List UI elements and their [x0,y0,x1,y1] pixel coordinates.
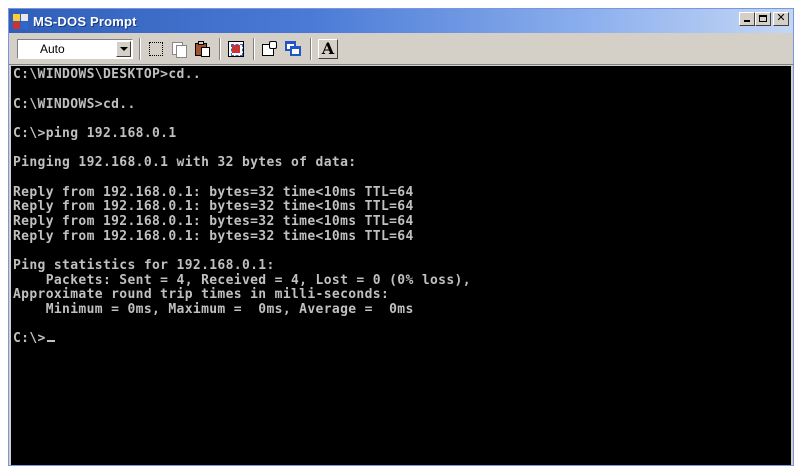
console-line: Reply from 192.168.0.1: bytes=32 time<10… [13,229,414,244]
chevron-down-icon[interactable] [116,41,131,57]
window-controls: ✕ [739,11,789,26]
console-line: Packets: Sent = 4, Received = 4, Lost = … [13,273,471,288]
console-prompt-line[interactable]: C:\> [13,332,55,346]
toolbar-separator [253,38,255,60]
font-button[interactable]: A [318,39,338,59]
toolbar: Auto A [9,33,793,65]
maximize-icon [759,15,767,22]
close-icon: ✕ [776,11,786,24]
font-size-value: Auto [40,42,65,56]
paste-button[interactable] [192,39,212,59]
minimize-icon [744,20,750,22]
font-icon: A [321,39,335,58]
minimize-button[interactable] [739,12,755,26]
window-title: MS-DOS Prompt [33,13,137,29]
toolbar-separator [310,38,312,60]
console-line: C:\>ping 192.168.0.1 [13,126,177,141]
toolbar-separator [219,38,221,60]
console-line: Approximate round trip times in milli-se… [13,287,390,302]
mark-icon [149,42,163,56]
console-line: Minimum = 0ms, Maximum = 0ms, Average = … [13,302,414,317]
console-line: Reply from 192.168.0.1: bytes=32 time<10… [13,214,414,229]
console-line: C:\WINDOWS>cd.. [13,97,136,112]
title-bar[interactable]: MS-DOS Prompt ✕ [9,9,793,33]
close-button[interactable]: ✕ [773,11,789,26]
mark-button[interactable] [146,39,166,59]
background-icon [285,41,301,57]
text-cursor [46,340,55,342]
console-line: C:\WINDOWS\DESKTOP>cd.. [13,67,202,82]
console-line: Reply from 192.168.0.1: bytes=32 time<10… [13,199,414,214]
toolbar-separator [139,38,141,60]
console-line: Pinging 192.168.0.1 with 32 bytes of dat… [13,155,357,170]
copy-button[interactable] [169,39,189,59]
console-output[interactable]: C:\WINDOWS\DESKTOP>cd.. C:\WINDOWS>cd.. … [11,66,791,465]
full-screen-button[interactable] [226,39,246,59]
background-button[interactable] [283,39,303,59]
console-line: Reply from 192.168.0.1: bytes=32 time<10… [13,185,414,200]
console-prompt: C:\> [13,331,46,346]
ms-dos-app-icon[interactable] [13,13,28,29]
font-size-select[interactable]: Auto [17,39,133,59]
ms-dos-window: MS-DOS Prompt ✕ Auto A C:\WINDOWS\DESKTO… [8,8,794,466]
properties-button[interactable] [260,39,280,59]
maximize-button[interactable] [755,12,771,26]
console-line: Ping statistics for 192.168.0.1: [13,258,275,273]
full-screen-icon [228,41,244,57]
